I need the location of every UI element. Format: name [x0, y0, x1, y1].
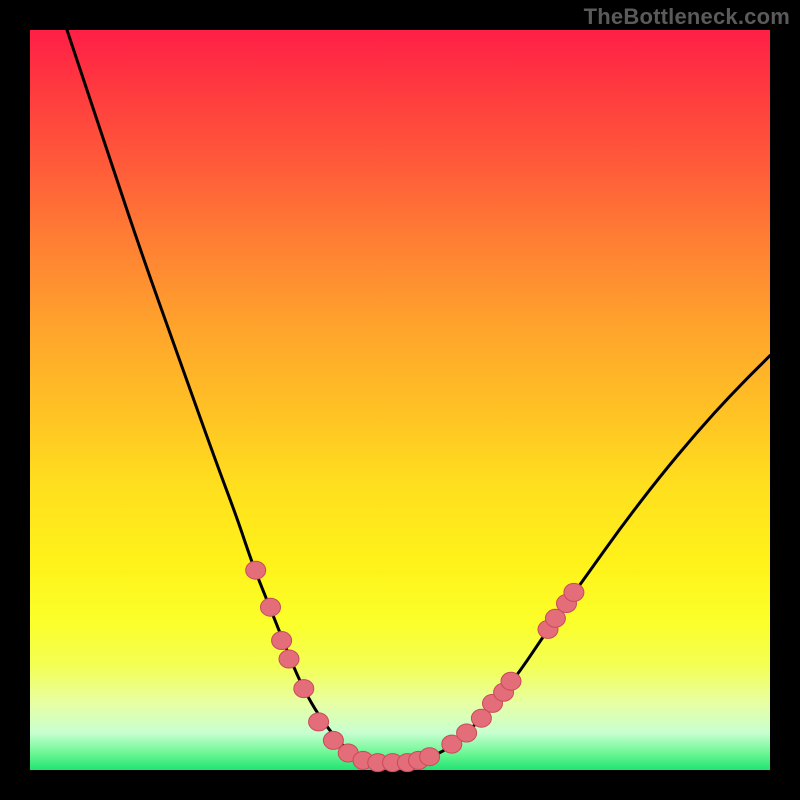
watermark-text: TheBottleneck.com [584, 4, 790, 30]
chart-frame: TheBottleneck.com [0, 0, 800, 800]
marker-group [246, 561, 584, 771]
curve-marker [457, 724, 477, 742]
curve-marker [272, 632, 292, 650]
curve-marker [501, 672, 521, 690]
curve-marker [564, 583, 584, 601]
curve-marker [279, 650, 299, 668]
curve-marker [309, 713, 329, 731]
curve-marker [246, 561, 266, 579]
curve-marker [294, 680, 314, 698]
curve-marker [420, 748, 440, 766]
curve-marker [261, 598, 281, 616]
bottleneck-curve [67, 30, 770, 763]
plot-area [30, 30, 770, 770]
chart-svg [30, 30, 770, 770]
